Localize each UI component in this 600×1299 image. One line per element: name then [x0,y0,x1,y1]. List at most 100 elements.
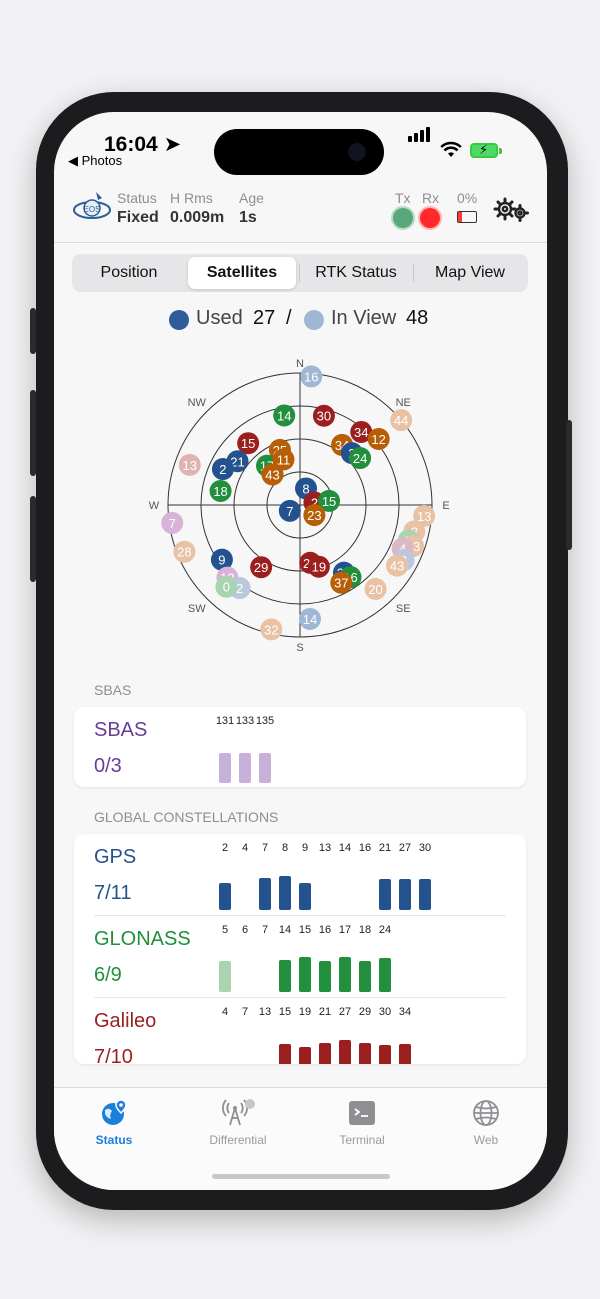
prn-label: 30 [418,842,432,854]
signal-bar [299,1046,311,1064]
tab-status[interactable]: Status [64,1098,164,1147]
legend-separator: / [286,307,292,329]
satellite-marker: 12 [367,428,390,451]
tab-web[interactable]: Web [436,1098,536,1147]
prn-label: 34 [398,1006,412,1018]
satellite-marker: 44 [390,409,413,432]
satellite-prn: 7 [169,516,176,531]
galileo-count: 7/10 [94,1046,133,1064]
dir-se: SE [396,603,411,615]
signal-bar [339,1040,351,1064]
rx-indicator [420,208,440,228]
prn-label: 2 [221,842,229,854]
location-arrow-icon: ➤ [163,133,182,156]
prn-label: 27 [338,1006,352,1018]
view-segmented-control: Position Satellites RTK Status Map View [72,254,528,292]
satellite-marker: 0 [215,575,238,598]
prn-label: 17 [338,924,352,936]
tx-label: Tx [395,190,411,206]
prn-label: 131 [215,715,235,727]
satellite-prn: 19 [312,560,326,575]
satellite-prn: 43 [265,467,279,482]
signal-bar [399,1044,411,1064]
sbas-section-title: SBAS [94,682,132,698]
satellite-prn: 2 [219,462,226,477]
tx-indicator [393,208,413,228]
satellite-prn: 32 [264,622,278,637]
satellite-prn: 29 [254,560,268,575]
prn-label: 21 [378,842,392,854]
settings-gears-icon[interactable] [493,194,529,224]
satellite-prn: 44 [394,413,408,428]
global-section-title: GLOBAL CONSTELLATIONS [94,809,279,825]
signal-bar [379,1045,391,1064]
signal-bar [299,957,311,992]
signal-bar [299,882,311,910]
hrms-value: 0.009m [170,209,225,226]
signal-bar [359,1043,371,1064]
tab-map-view[interactable]: Map View [414,257,526,289]
prn-label: 19 [298,1006,312,1018]
used-label: Used [196,307,243,329]
side-button [30,308,36,354]
prn-label: 30 [378,1006,392,1018]
signal-bar [239,753,251,783]
satellite-prn: 37 [334,576,348,591]
satellite-prn: 9 [218,553,225,568]
prn-label: 24 [378,924,392,936]
signal-bar [279,876,291,910]
home-indicator [212,1174,390,1179]
tab-terminal[interactable]: Terminal [312,1098,412,1147]
signal-bar [219,753,231,783]
satellite-prn: 34 [354,425,368,440]
tab-status-label: Status [95,1133,133,1147]
tab-rtk-status[interactable]: RTK Status [300,257,412,289]
satellite-marker: 29 [250,556,273,579]
satellite-marker: 24 [349,447,372,470]
prn-label: 4 [221,1006,229,1018]
satellite-prn: 18 [213,484,227,499]
tab-position[interactable]: Position [74,257,184,289]
satellite-marker: 16 [300,365,323,388]
globe-pin-icon [102,1099,127,1125]
app-screen: 16:04 ➤ ◀ Photos ⚡ EOS Status Fixed H Rm… [54,112,547,1190]
prn-label: 133 [235,715,255,727]
prn-label: 8 [281,842,289,854]
prn-label: 14 [278,924,292,936]
galileo-name: Galileo [94,1010,157,1032]
prn-label: 18 [358,924,372,936]
antenna-icon [222,1099,255,1126]
glonass-name: GLONASS [94,928,191,950]
satellite-marker: 20 [364,577,387,600]
wifi-icon [440,141,462,157]
globe-icon [473,1100,499,1126]
eos-logo: EOS [73,192,111,219]
prn-label: 7 [241,1006,249,1018]
satellite-prn: 16 [304,369,318,384]
satellite-marker: 30 [312,404,335,427]
prn-label: 16 [318,924,332,936]
volume-up-button [30,390,36,476]
signal-bar [399,879,411,910]
device-battery-icon [457,211,477,223]
gps-count: 7/11 [94,882,132,904]
dir-sw: SW [188,603,206,615]
signal-bar [219,961,231,992]
dynamic-island [214,129,384,175]
satellite-marker: 13 [178,453,201,476]
tab-differential[interactable]: Differential [188,1098,288,1147]
prn-label: 9 [301,842,309,854]
svg-text:EOS: EOS [84,205,101,214]
inview-dot [304,310,324,330]
satellite-prn: 11 [277,453,291,468]
signal-bar [419,879,431,910]
used-count: 27 [253,307,276,329]
satellite-prn: 43 [390,559,404,574]
battery-percent: 0% [457,190,478,206]
satellite-prn: 14 [277,408,291,423]
tab-satellites[interactable]: Satellites [188,257,296,289]
sbas-card: SBAS 0/3 131 133 135 [74,707,526,787]
prn-label: 13 [318,842,332,854]
back-to-photos-link[interactable]: ◀ Photos [68,153,122,169]
satellite-prn: 0 [223,580,230,595]
